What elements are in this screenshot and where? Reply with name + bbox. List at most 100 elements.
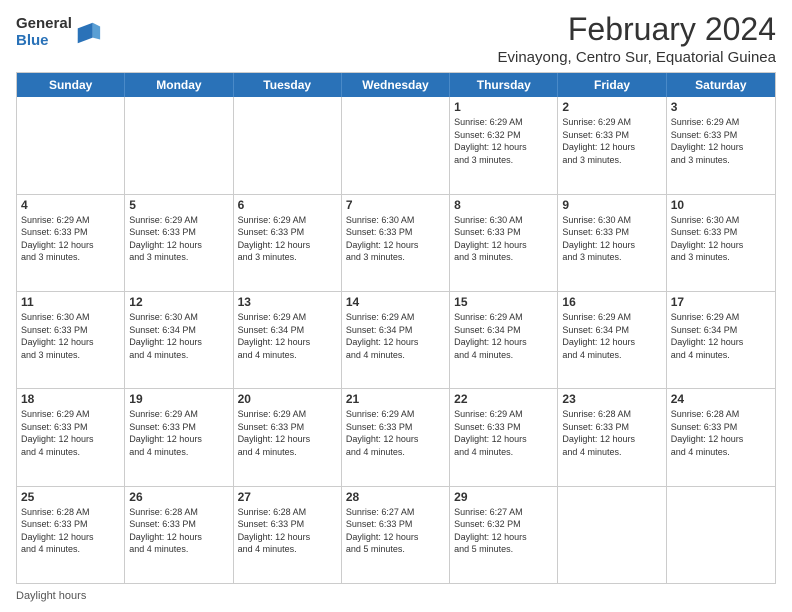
day-number: 11 — [21, 295, 120, 309]
calendar-cell: 25 Sunrise: 6:28 AM Sunset: 6:33 PM Dayli… — [17, 487, 125, 583]
calendar-cell: 23Sunrise: 6:28 AM Sunset: 6:33 PM Dayli… — [558, 389, 666, 485]
calendar-cell: 5 Sunrise: 6:29 AM Sunset: 6:33 PM Daylig… — [125, 195, 233, 291]
cell-info: Sunrise: 6:28 AM Sunset: 6:33 PM Dayligh… — [129, 506, 228, 556]
calendar-cell: 21 Sunrise: 6:29 AM Sunset: 6:33 PM Dayli… — [342, 389, 450, 485]
cell-info: Sunrise: 6:29 AM Sunset: 6:34 PM Dayligh… — [671, 311, 771, 361]
logo-general: General — [16, 16, 72, 33]
calendar-row: 1Sunrise: 6:29 AM Sunset: 6:32 PM Daylig… — [17, 97, 775, 193]
calendar-cell: 16 Sunrise: 6:29 AM Sunset: 6:34 PM Dayli… — [558, 292, 666, 388]
calendar-row: 25 Sunrise: 6:28 AM Sunset: 6:33 PM Dayli… — [17, 486, 775, 583]
day-number: 15 — [454, 295, 553, 309]
cell-info: Sunrise: 6:29 AM Sunset: 6:33 PM Dayligh… — [129, 214, 228, 264]
calendar-row: 4 Sunrise: 6:29 AM Sunset: 6:33 PM Daylig… — [17, 194, 775, 291]
day-number: 10 — [671, 198, 771, 212]
calendar-row: 18Sunrise: 6:29 AM Sunset: 6:33 PM Dayli… — [17, 388, 775, 485]
day-number: 21 — [346, 392, 445, 406]
calendar-cell — [125, 97, 233, 193]
title-block: February 2024 Evinayong, Centro Sur, Equ… — [497, 12, 776, 66]
cell-info: Sunrise: 6:29 AM Sunset: 6:34 PM Dayligh… — [238, 311, 337, 361]
calendar: SundayMondayTuesdayWednesdayThursdayFrid… — [16, 72, 776, 584]
day-number: 24 — [671, 392, 771, 406]
cell-info: Sunrise: 6:29 AM Sunset: 6:34 PM Dayligh… — [346, 311, 445, 361]
calendar-cell — [558, 487, 666, 583]
cell-info: Sunrise: 6:29 AM Sunset: 6:33 PM Dayligh… — [454, 408, 553, 458]
cell-info: Sunrise: 6:29 AM Sunset: 6:33 PM Dayligh… — [21, 408, 120, 458]
cell-info: Sunrise: 6:29 AM Sunset: 6:33 PM Dayligh… — [562, 116, 661, 166]
calendar-cell: 22 Sunrise: 6:29 AM Sunset: 6:33 PM Dayli… — [450, 389, 558, 485]
day-number: 6 — [238, 198, 337, 212]
calendar-cell: 19Sunrise: 6:29 AM Sunset: 6:33 PM Dayli… — [125, 389, 233, 485]
calendar-cell: 9Sunrise: 6:30 AM Sunset: 6:33 PM Daylig… — [558, 195, 666, 291]
daylight-hours-label: Daylight hours — [16, 590, 86, 602]
calendar-cell: 17 Sunrise: 6:29 AM Sunset: 6:34 PM Dayli… — [667, 292, 775, 388]
page: General Blue February 2024 Evinayong, Ce… — [0, 0, 792, 612]
calendar-cell: 28 Sunrise: 6:27 AM Sunset: 6:33 PM Dayli… — [342, 487, 450, 583]
cell-info: Sunrise: 6:30 AM Sunset: 6:33 PM Dayligh… — [346, 214, 445, 264]
calendar-cell: 11Sunrise: 6:30 AM Sunset: 6:33 PM Dayli… — [17, 292, 125, 388]
day-number: 25 — [21, 490, 120, 504]
calendar-cell — [234, 97, 342, 193]
cal-header-cell: Saturday — [667, 73, 775, 97]
cell-info: Sunrise: 6:29 AM Sunset: 6:33 PM Dayligh… — [21, 214, 120, 264]
calendar-cell: 2 Sunrise: 6:29 AM Sunset: 6:33 PM Daylig… — [558, 97, 666, 193]
day-number: 19 — [129, 392, 228, 406]
calendar-cell: 7 Sunrise: 6:30 AM Sunset: 6:33 PM Daylig… — [342, 195, 450, 291]
cell-info: Sunrise: 6:28 AM Sunset: 6:33 PM Dayligh… — [238, 506, 337, 556]
cal-header-cell: Sunday — [17, 73, 125, 97]
day-number: 7 — [346, 198, 445, 212]
cell-info: Sunrise: 6:29 AM Sunset: 6:33 PM Dayligh… — [346, 408, 445, 458]
calendar-cell — [17, 97, 125, 193]
cal-header-cell: Tuesday — [234, 73, 342, 97]
footer: Daylight hours — [16, 590, 776, 602]
calendar-cell: 14 Sunrise: 6:29 AM Sunset: 6:34 PM Dayli… — [342, 292, 450, 388]
day-number: 16 — [562, 295, 661, 309]
cell-info: Sunrise: 6:30 AM Sunset: 6:33 PM Dayligh… — [671, 214, 771, 264]
day-number: 2 — [562, 100, 661, 114]
calendar-cell: 26Sunrise: 6:28 AM Sunset: 6:33 PM Dayli… — [125, 487, 233, 583]
day-number: 27 — [238, 490, 337, 504]
calendar-cell: 12 Sunrise: 6:30 AM Sunset: 6:34 PM Dayli… — [125, 292, 233, 388]
calendar-cell — [342, 97, 450, 193]
cell-info: Sunrise: 6:29 AM Sunset: 6:33 PM Dayligh… — [671, 116, 771, 166]
day-number: 13 — [238, 295, 337, 309]
calendar-cell: 24Sunrise: 6:28 AM Sunset: 6:33 PM Dayli… — [667, 389, 775, 485]
calendar-header: SundayMondayTuesdayWednesdayThursdayFrid… — [17, 73, 775, 97]
day-number: 1 — [454, 100, 553, 114]
day-number: 28 — [346, 490, 445, 504]
header: General Blue February 2024 Evinayong, Ce… — [16, 12, 776, 66]
calendar-cell: 4 Sunrise: 6:29 AM Sunset: 6:33 PM Daylig… — [17, 195, 125, 291]
cell-info: Sunrise: 6:30 AM Sunset: 6:34 PM Dayligh… — [129, 311, 228, 361]
logo-blue: Blue — [16, 33, 72, 50]
calendar-cell: 6 Sunrise: 6:29 AM Sunset: 6:33 PM Daylig… — [234, 195, 342, 291]
calendar-cell: 27 Sunrise: 6:28 AM Sunset: 6:33 PM Dayli… — [234, 487, 342, 583]
location-subtitle: Evinayong, Centro Sur, Equatorial Guinea — [497, 49, 776, 66]
calendar-cell: 10 Sunrise: 6:30 AM Sunset: 6:33 PM Dayli… — [667, 195, 775, 291]
cell-info: Sunrise: 6:27 AM Sunset: 6:33 PM Dayligh… — [346, 506, 445, 556]
cell-info: Sunrise: 6:28 AM Sunset: 6:33 PM Dayligh… — [21, 506, 120, 556]
cell-info: Sunrise: 6:29 AM Sunset: 6:33 PM Dayligh… — [238, 408, 337, 458]
cell-info: Sunrise: 6:27 AM Sunset: 6:32 PM Dayligh… — [454, 506, 553, 556]
cell-info: Sunrise: 6:30 AM Sunset: 6:33 PM Dayligh… — [454, 214, 553, 264]
day-number: 29 — [454, 490, 553, 504]
day-number: 3 — [671, 100, 771, 114]
logo-icon — [74, 19, 102, 47]
calendar-cell: 29 Sunrise: 6:27 AM Sunset: 6:32 PM Dayli… — [450, 487, 558, 583]
calendar-cell: 13 Sunrise: 6:29 AM Sunset: 6:34 PM Dayli… — [234, 292, 342, 388]
day-number: 5 — [129, 198, 228, 212]
logo: General Blue — [16, 16, 102, 49]
day-number: 9 — [562, 198, 661, 212]
day-number: 4 — [21, 198, 120, 212]
cal-header-cell: Thursday — [450, 73, 558, 97]
day-number: 22 — [454, 392, 553, 406]
cell-info: Sunrise: 6:29 AM Sunset: 6:33 PM Dayligh… — [238, 214, 337, 264]
cal-header-cell: Monday — [125, 73, 233, 97]
day-number: 17 — [671, 295, 771, 309]
cell-info: Sunrise: 6:29 AM Sunset: 6:34 PM Dayligh… — [562, 311, 661, 361]
cal-header-cell: Wednesday — [342, 73, 450, 97]
calendar-cell — [667, 487, 775, 583]
day-number: 12 — [129, 295, 228, 309]
calendar-cell: 3 Sunrise: 6:29 AM Sunset: 6:33 PM Daylig… — [667, 97, 775, 193]
cell-info: Sunrise: 6:29 AM Sunset: 6:34 PM Dayligh… — [454, 311, 553, 361]
cal-header-cell: Friday — [558, 73, 666, 97]
day-number: 14 — [346, 295, 445, 309]
